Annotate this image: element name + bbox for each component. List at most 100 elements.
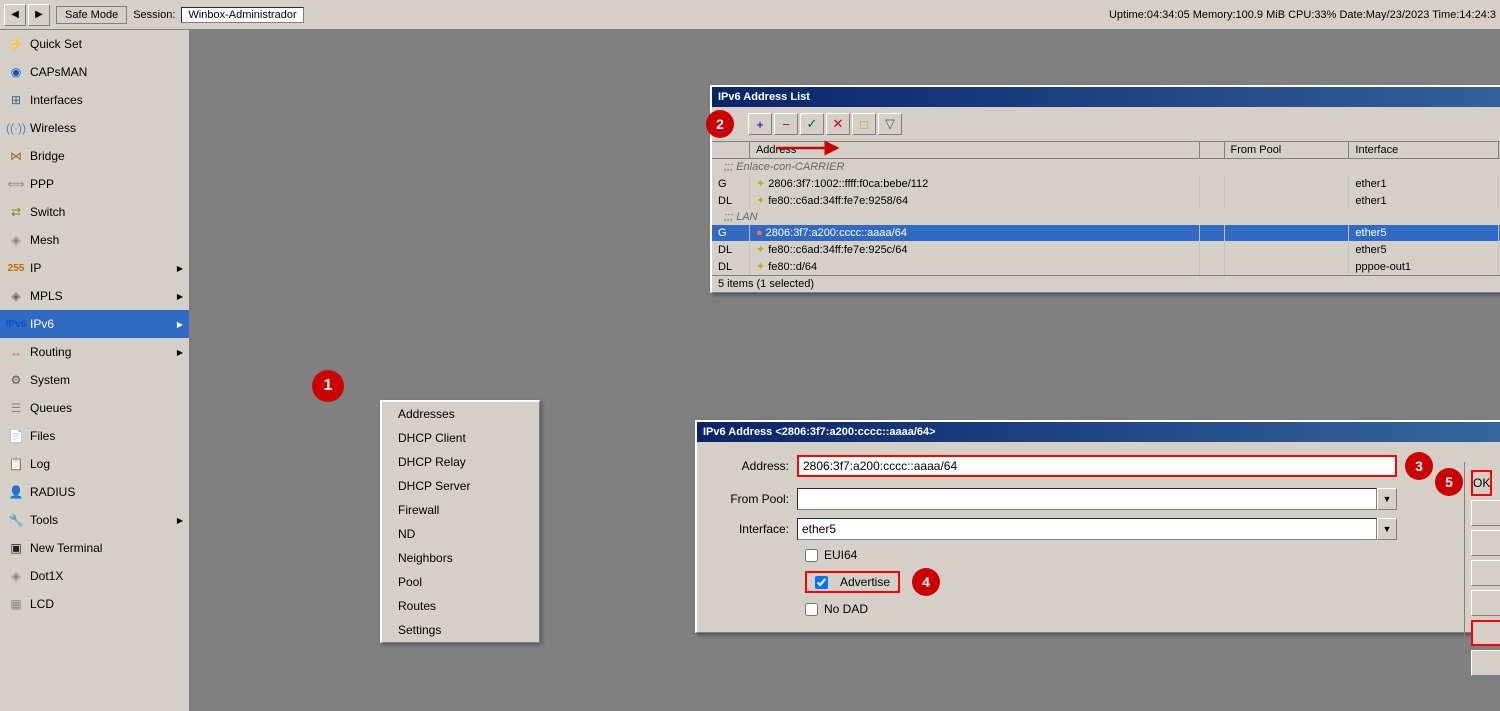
interface-dropdown[interactable]: ▼ xyxy=(1377,518,1397,540)
col-from-pool[interactable]: From Pool xyxy=(1224,142,1349,159)
enable-button[interactable]: ✓ xyxy=(800,113,824,135)
row-pool xyxy=(1224,192,1349,209)
col-flag[interactable] xyxy=(712,142,749,159)
sidebar-item-new-terminal[interactable]: ▣ New Terminal xyxy=(0,534,189,562)
sidebar-item-ip[interactable]: 255 IP xyxy=(0,254,189,282)
forward-button[interactable]: ▶ xyxy=(28,4,50,26)
table-row[interactable]: G ✦ 2806:3f7:1002::ffff:f0ca:bebe/112 et… xyxy=(712,175,1500,192)
row-flag: G xyxy=(712,175,749,192)
row-address: ● 2806:3f7:a200:cccc::aaaa/64 xyxy=(749,225,1199,241)
submenu-addresses[interactable]: Addresses xyxy=(382,402,539,426)
sidebar-label-radius: RADIUS xyxy=(30,485,75,499)
table-row: ;;; LAN xyxy=(712,209,1500,225)
sidebar-item-capsman[interactable]: ◉ CAPsMAN xyxy=(0,58,189,86)
row-pool xyxy=(1224,241,1349,258)
submenu-firewall[interactable]: Firewall xyxy=(382,498,539,522)
interface-input[interactable] xyxy=(797,518,1377,540)
sidebar-label-ip: IP xyxy=(30,261,41,275)
sidebar-item-system[interactable]: ⚙ System xyxy=(0,366,189,394)
sidebar-label-system: System xyxy=(30,373,70,387)
sidebar-item-wireless[interactable]: ((·)) Wireless xyxy=(0,114,189,142)
comment-button[interactable]: □ xyxy=(852,113,876,135)
interface-label: Interface: xyxy=(707,522,797,536)
from-pool-input[interactable] xyxy=(797,488,1377,510)
row-sort xyxy=(1199,192,1224,209)
advertise-row: Advertise 4 xyxy=(707,568,1500,596)
sidebar-item-ipv6[interactable]: IPv6 IPv6 xyxy=(0,310,189,338)
row-iface: ether5 xyxy=(1349,241,1499,258)
copy-button[interactable]: Copy xyxy=(1471,620,1500,646)
safe-mode-button[interactable]: Safe Mode xyxy=(56,6,127,24)
back-button[interactable]: ◀ xyxy=(4,4,26,26)
submenu-pool[interactable]: Pool xyxy=(382,570,539,594)
row-address: ✦ fe80::c6ad:34ff:fe7e:9258/64 xyxy=(749,192,1199,209)
sidebar-label-files: Files xyxy=(30,429,55,443)
ipv6-submenu: Addresses DHCP Client DHCP Relay DHCP Se… xyxy=(380,400,540,643)
row-pool xyxy=(1224,175,1349,192)
table-row[interactable]: DL ✦ fe80::c6ad:34ff:fe7e:925c/64 ether5… xyxy=(712,241,1500,258)
advertise-checkbox[interactable] xyxy=(815,576,828,589)
filter-button[interactable]: ▽ xyxy=(878,113,902,135)
remove-button[interactable]: Remove xyxy=(1471,650,1500,676)
from-pool-row: From Pool: ▼ xyxy=(707,488,1500,510)
disable-button[interactable]: Disable xyxy=(1471,560,1500,586)
sidebar-label-bridge: Bridge xyxy=(30,149,65,163)
row-sort xyxy=(1199,225,1224,241)
sidebar-label-new-terminal: New Terminal xyxy=(30,541,102,555)
remove-button[interactable]: − xyxy=(774,113,798,135)
col-interface[interactable]: Interface xyxy=(1349,142,1499,159)
sidebar-label-interfaces: Interfaces xyxy=(30,93,83,107)
table-row[interactable]: G ● 2806:3f7:a200:cccc::aaaa/64 ether5 y… xyxy=(712,225,1500,241)
sidebar-item-routing[interactable]: ↔ Routing xyxy=(0,338,189,366)
sidebar-label-capsman: CAPsMAN xyxy=(30,65,87,79)
sidebar-item-mpls[interactable]: ◈ MPLS xyxy=(0,282,189,310)
comment-text: ;;; LAN xyxy=(712,209,1500,225)
sidebar-item-log[interactable]: 📋 Log xyxy=(0,450,189,478)
sidebar-item-mesh[interactable]: ◈ Mesh xyxy=(0,226,189,254)
comment-button[interactable]: Comment xyxy=(1471,590,1500,616)
ok-button[interactable]: OK xyxy=(1471,470,1492,496)
submenu-nd[interactable]: ND xyxy=(382,522,539,546)
eui64-checkbox[interactable] xyxy=(805,549,818,562)
dialog-form: Address: 3 From Pool: ▼ xyxy=(697,442,1500,632)
row-pool xyxy=(1224,225,1349,241)
sidebar-item-files[interactable]: 📄 Files xyxy=(0,422,189,450)
sidebar-item-queues[interactable]: ☰ Queues xyxy=(0,394,189,422)
submenu-dhcp-relay[interactable]: DHCP Relay xyxy=(382,450,539,474)
ppp-icon: ⟺ xyxy=(8,176,24,192)
apply-button[interactable]: Apply xyxy=(1471,530,1500,556)
sidebar-item-interfaces[interactable]: ⊞ Interfaces xyxy=(0,86,189,114)
ipv6-icon: IPv6 xyxy=(8,316,24,332)
log-icon: 📋 xyxy=(8,456,24,472)
wireless-icon: ((·)) xyxy=(8,120,24,136)
submenu-settings[interactable]: Settings xyxy=(382,618,539,642)
add-button[interactable]: + xyxy=(748,113,772,135)
annotation-5: 5 xyxy=(1435,468,1463,496)
session-value: Winbox-Administrador xyxy=(181,7,303,23)
submenu-dhcp-client[interactable]: DHCP Client xyxy=(382,426,539,450)
no-dad-label: No DAD xyxy=(824,602,868,616)
submenu-routes[interactable]: Routes xyxy=(382,594,539,618)
submenu-dhcp-server[interactable]: DHCP Server xyxy=(382,474,539,498)
from-pool-dropdown[interactable]: ▼ xyxy=(1377,488,1397,510)
submenu-neighbors[interactable]: Neighbors xyxy=(382,546,539,570)
table-row[interactable]: DL ✦ fe80::c6ad:34ff:fe7e:9258/64 ether1… xyxy=(712,192,1500,209)
sidebar-item-quick-set[interactable]: ⚡ Quick Set xyxy=(0,30,189,58)
sidebar-item-radius[interactable]: 👤 RADIUS xyxy=(0,478,189,506)
sidebar-item-bridge[interactable]: ⋈ Bridge xyxy=(0,142,189,170)
disable-button[interactable]: ✕ xyxy=(826,113,850,135)
no-dad-checkbox[interactable] xyxy=(805,603,818,616)
capsman-icon: ◉ xyxy=(8,64,24,80)
address-row: Address: 3 xyxy=(707,452,1500,480)
sidebar-item-lcd[interactable]: ▦ LCD xyxy=(0,590,189,618)
sidebar-item-ppp[interactable]: ⟺ PPP xyxy=(0,170,189,198)
address-input[interactable] xyxy=(797,455,1397,477)
table-row[interactable]: DL ✦ fe80::d/64 pppoe-out1 no xyxy=(712,258,1500,275)
row-iface: ether1 xyxy=(1349,175,1499,192)
sidebar-item-switch[interactable]: ⇄ Switch xyxy=(0,198,189,226)
col-sort[interactable] xyxy=(1199,142,1224,159)
sidebar-item-dot1x[interactable]: ◈ Dot1X xyxy=(0,562,189,590)
cancel-button[interactable]: Cancel xyxy=(1471,500,1500,526)
ipv6-list-status: 5 items (1 selected) xyxy=(712,275,1500,292)
sidebar-item-tools[interactable]: 🔧 Tools xyxy=(0,506,189,534)
